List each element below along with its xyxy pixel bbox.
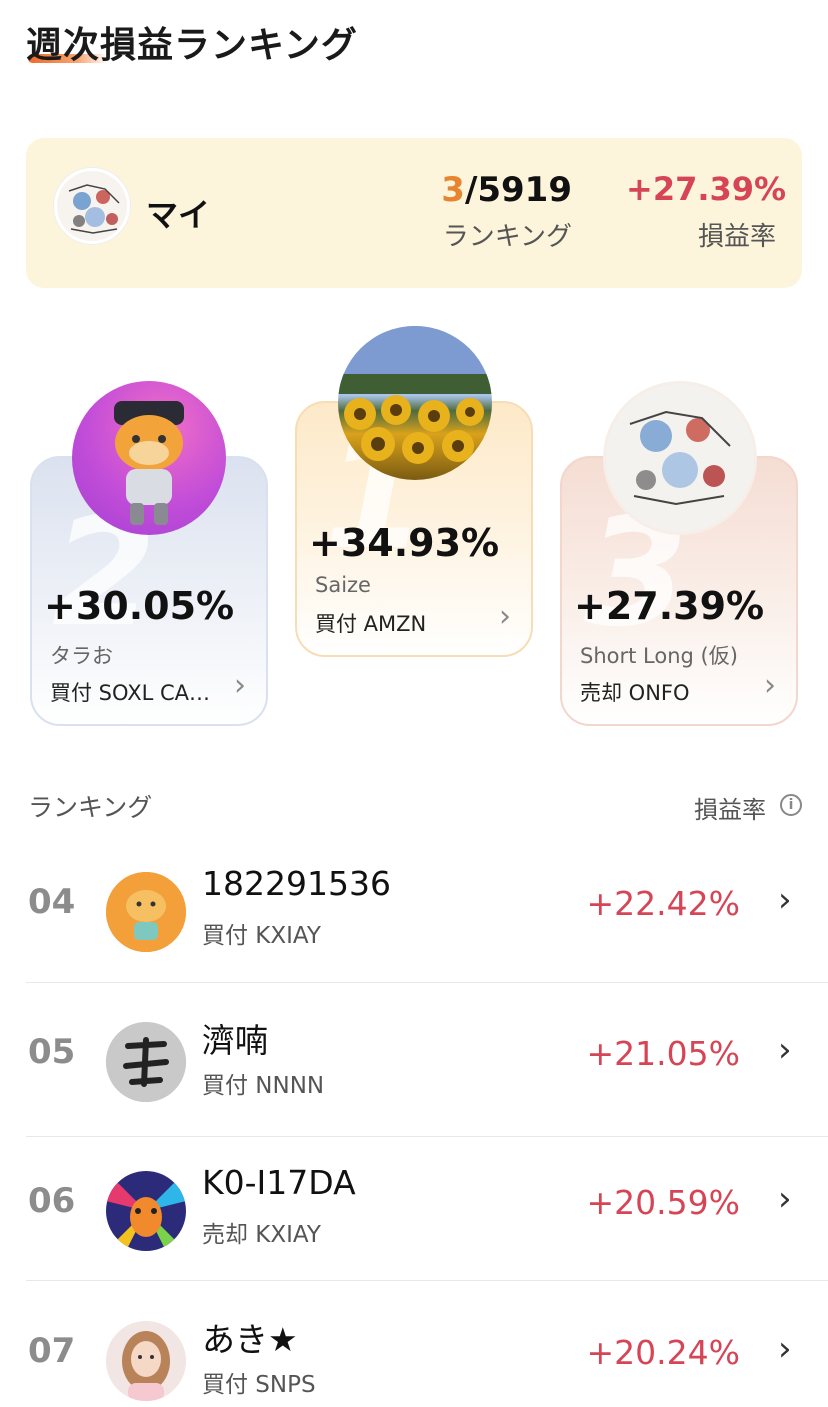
doodle-art-icon — [57, 171, 127, 241]
chevron-right-icon: › — [778, 1179, 792, 1219]
row-percent: +22.42% — [586, 884, 740, 923]
calligraphy-icon — [106, 1022, 186, 1102]
chevron-right-icon: › — [234, 668, 246, 703]
podium-trade: 買付 AMZN — [315, 612, 427, 636]
chevron-right-icon: › — [764, 668, 776, 703]
my-rate: +27.39% — [626, 170, 787, 208]
row-divider — [26, 982, 828, 983]
row-trade: 買付 NNNN — [202, 1073, 325, 1099]
row-avatar — [106, 1321, 186, 1401]
row-trade: 買付 SNPS — [202, 1372, 316, 1398]
cow-mascot-icon — [106, 872, 186, 952]
row-avatar — [106, 1022, 186, 1102]
page-title: 週次損益ランキング — [26, 25, 358, 66]
chevron-right-icon: › — [778, 1030, 792, 1070]
doodle-art-icon — [629, 410, 731, 506]
info-icon[interactable]: i — [780, 794, 802, 816]
podium-avatar-1[interactable] — [338, 326, 492, 480]
row-user-name: 濟喃 — [202, 1021, 268, 1060]
ranking-row[interactable]: 06 K0-I17DA 売却 KXIAY +20.59% › — [26, 1133, 828, 1281]
row-rank: 07 — [28, 1331, 76, 1371]
chevron-right-icon: › — [778, 1329, 792, 1369]
podium-percent: +30.05% — [44, 584, 235, 628]
row-user-name: K0-I17DA — [202, 1163, 356, 1202]
podium-percent: +27.39% — [574, 584, 765, 628]
podium-trade: 売却 ONFO — [580, 681, 690, 705]
row-trade: 買付 KXIAY — [202, 923, 321, 949]
my-rank: 3/5919 — [426, 170, 572, 210]
my-rate-label: 損益率 — [697, 222, 776, 252]
podium-avatar-2[interactable] — [72, 381, 226, 535]
sunflower-photo-icon — [338, 326, 492, 464]
podium-trade: 買付 SOXL CA… — [50, 681, 210, 705]
colorful-lion-icon — [106, 1171, 186, 1251]
my-rank-current: 3 — [441, 170, 465, 210]
chevron-right-icon: › — [778, 880, 792, 920]
row-rank: 06 — [28, 1181, 76, 1221]
row-rank: 04 — [28, 882, 76, 922]
list-header-ranking: ランキング — [28, 793, 153, 822]
row-user-name: あき★ — [202, 1320, 298, 1359]
row-percent: +20.59% — [586, 1183, 740, 1222]
cow-mascot-icon — [114, 401, 184, 525]
my-avatar — [54, 168, 130, 244]
ranking-row[interactable]: 05 濟喃 買付 NNNN +21.05% › — [26, 984, 828, 1132]
podium-user-name: Short Long (仮) — [580, 644, 738, 668]
my-rank-label: ランキング — [442, 222, 572, 252]
row-trade: 売却 KXIAY — [202, 1222, 321, 1248]
row-user-name: 182291536 — [202, 864, 391, 903]
my-name: マイ — [146, 196, 211, 234]
portrait-icon — [106, 1321, 186, 1401]
podium-avatar-3[interactable] — [603, 381, 757, 535]
row-percent: +21.05% — [586, 1034, 740, 1073]
ranking-row[interactable]: 04 182291536 買付 KXIAY +22.42% › — [26, 834, 828, 982]
ranking-row[interactable]: 07 あき★ 買付 SNPS +20.24% › — [26, 1283, 828, 1407]
list-header-rate: 損益率 — [694, 796, 766, 824]
my-rank-card[interactable]: マイ 3/5919 ランキング +27.39% 損益率 — [26, 138, 802, 288]
row-rank: 05 — [28, 1032, 76, 1072]
podium-user-name: Saize — [315, 573, 371, 597]
row-avatar — [106, 872, 186, 952]
my-rank-total: /5919 — [464, 170, 572, 210]
row-avatar — [106, 1171, 186, 1251]
podium-user-name: タラお — [50, 644, 113, 668]
chevron-right-icon: › — [499, 599, 511, 634]
row-divider — [26, 1280, 828, 1281]
podium-percent: +34.93% — [309, 521, 500, 565]
row-percent: +20.24% — [586, 1333, 740, 1372]
